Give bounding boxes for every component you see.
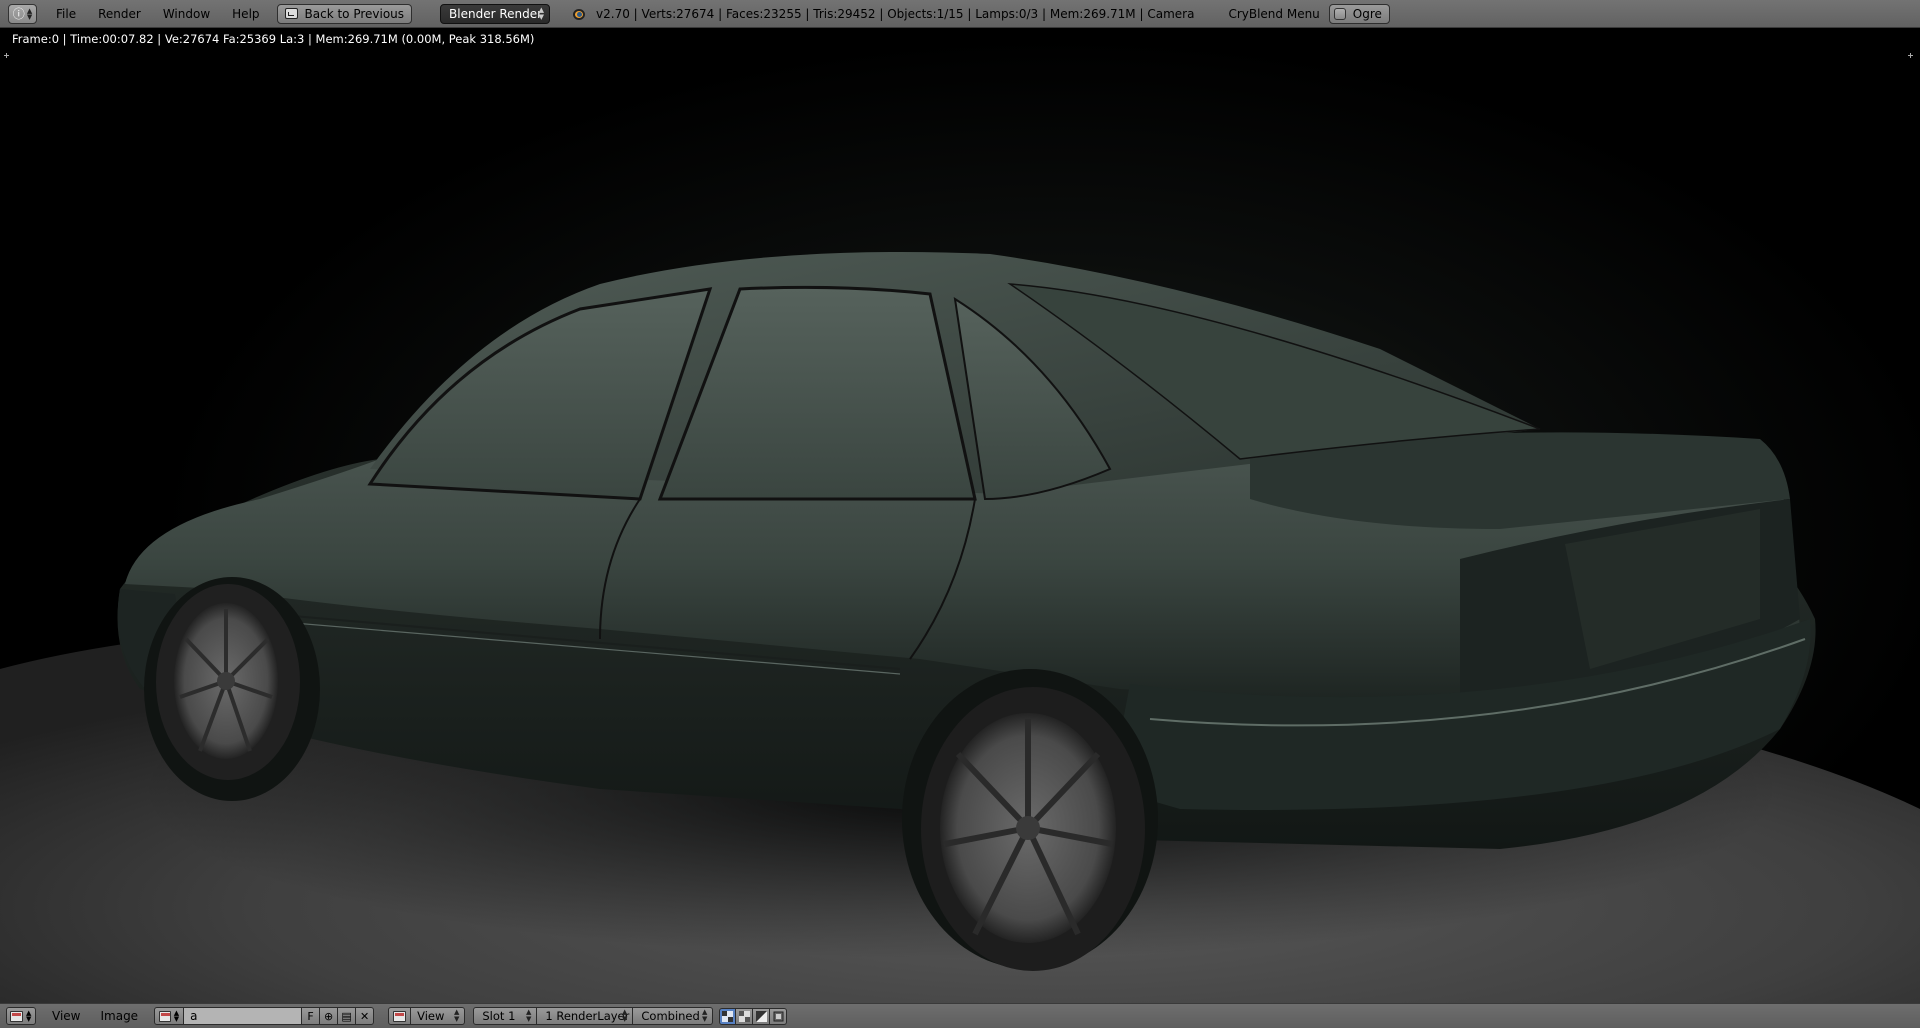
dropdown-arrows-icon: ▲ ▼ [538, 5, 545, 21]
menu-window[interactable]: Window [152, 7, 221, 21]
image-browse-button[interactable]: ▲ ▼ [154, 1007, 185, 1025]
back-icon [284, 8, 298, 19]
editor-type-button[interactable]: ⓘ ▲ ▼ [8, 3, 37, 24]
view-mode-icon [393, 1010, 407, 1022]
ogre-toggle[interactable]: Ogre [1328, 3, 1390, 24]
rear-wheel [921, 687, 1145, 971]
image-icon [159, 1010, 171, 1022]
cryblend-menu[interactable]: CryBlend Menu [1228, 7, 1319, 21]
view-mode-value: View [417, 1009, 445, 1023]
render-viewport[interactable]: Frame:0 | Time:00:07.82 | Ve:27674 Fa:25… [0, 29, 1920, 1003]
menu-help[interactable]: Help [221, 7, 270, 21]
render-result-image [0, 252, 1920, 1003]
ogre-label: Ogre [1352, 6, 1382, 21]
zbuffer-icon [755, 1010, 767, 1022]
checkbox-icon [1333, 7, 1346, 20]
updown-arrows-icon: ▲ ▼ [26, 6, 33, 21]
back-to-previous-button[interactable]: Back to Previous [276, 3, 413, 24]
image-editor-icon [10, 1010, 23, 1022]
dropdown-arrows-icon: ▲ ▼ [621, 1008, 628, 1023]
corner-marker [1908, 53, 1913, 58]
new-image-icon[interactable]: ⊕ [320, 1007, 339, 1025]
checker-icon [722, 1010, 734, 1022]
render-info-text: Frame:0 | Time:00:07.82 | Ve:27674 Fa:25… [12, 32, 535, 46]
render-layer-select[interactable]: 1 RenderLayer ▲ ▼ [537, 1007, 634, 1025]
scene-stats: v2.70 | Verts:27674 | Faces:23255 | Tris… [596, 6, 1195, 21]
draw-color-only-icon[interactable] [770, 1007, 788, 1025]
info-header: ⓘ ▲ ▼ File Render Window Help Back to Pre… [0, 0, 1920, 28]
dropdown-arrows-icon: ▲ ▼ [701, 1008, 708, 1023]
slot-value: Slot 1 [482, 1009, 516, 1023]
front-wheel [156, 584, 300, 780]
view-mode-icon-button[interactable] [388, 1007, 412, 1025]
image-editor-header: ▲ ▼ View Image ▲ ▼ a F ⊕ ▤ ✕ View ▲ ▼ Slot … [0, 1003, 1920, 1028]
open-image-icon[interactable]: ▤ [338, 1007, 357, 1025]
updown-arrows-icon: ▲ ▼ [173, 1009, 180, 1023]
view-mode-select[interactable]: View ▲ ▼ [411, 1007, 466, 1025]
dropdown-arrows-icon: ▲ ▼ [525, 1008, 532, 1023]
render-pass-select[interactable]: Combined ▲ ▼ [633, 1007, 714, 1025]
info-icon: ⓘ [12, 6, 25, 21]
blender-logo-icon [570, 6, 586, 22]
draw-alpha-icon[interactable] [736, 1007, 754, 1025]
menu-file[interactable]: File [45, 7, 87, 21]
menu-view[interactable]: View [42, 1009, 90, 1023]
updown-arrows-icon: ▲ ▼ [26, 1009, 32, 1023]
corner-marker [4, 53, 9, 58]
dropdown-arrows-icon: ▲ ▼ [453, 1008, 460, 1023]
menu-render[interactable]: Render [87, 7, 152, 21]
render-engine-value: Blender Render [449, 6, 543, 21]
color-only-icon [773, 1011, 784, 1021]
draw-zbuffer-icon[interactable] [753, 1007, 771, 1025]
alpha-checker-icon [738, 1010, 750, 1022]
fake-user-button[interactable]: F [302, 1007, 321, 1025]
render-pass-value: Combined [641, 1009, 700, 1023]
editor-type-button[interactable]: ▲ ▼ [6, 1007, 36, 1025]
image-name-field[interactable]: a [184, 1007, 303, 1025]
draw-color-alpha-icon[interactable] [719, 1007, 737, 1025]
unlink-image-icon[interactable]: ✕ [356, 1007, 375, 1025]
menu-image[interactable]: Image [90, 1009, 148, 1023]
back-button-label: Back to Previous [304, 6, 405, 21]
render-layer-value: 1 RenderLayer [545, 1009, 630, 1023]
slot-select[interactable]: Slot 1 ▲ ▼ [473, 1007, 538, 1025]
render-engine-select[interactable]: Blender Render ▲ ▼ [440, 3, 551, 24]
